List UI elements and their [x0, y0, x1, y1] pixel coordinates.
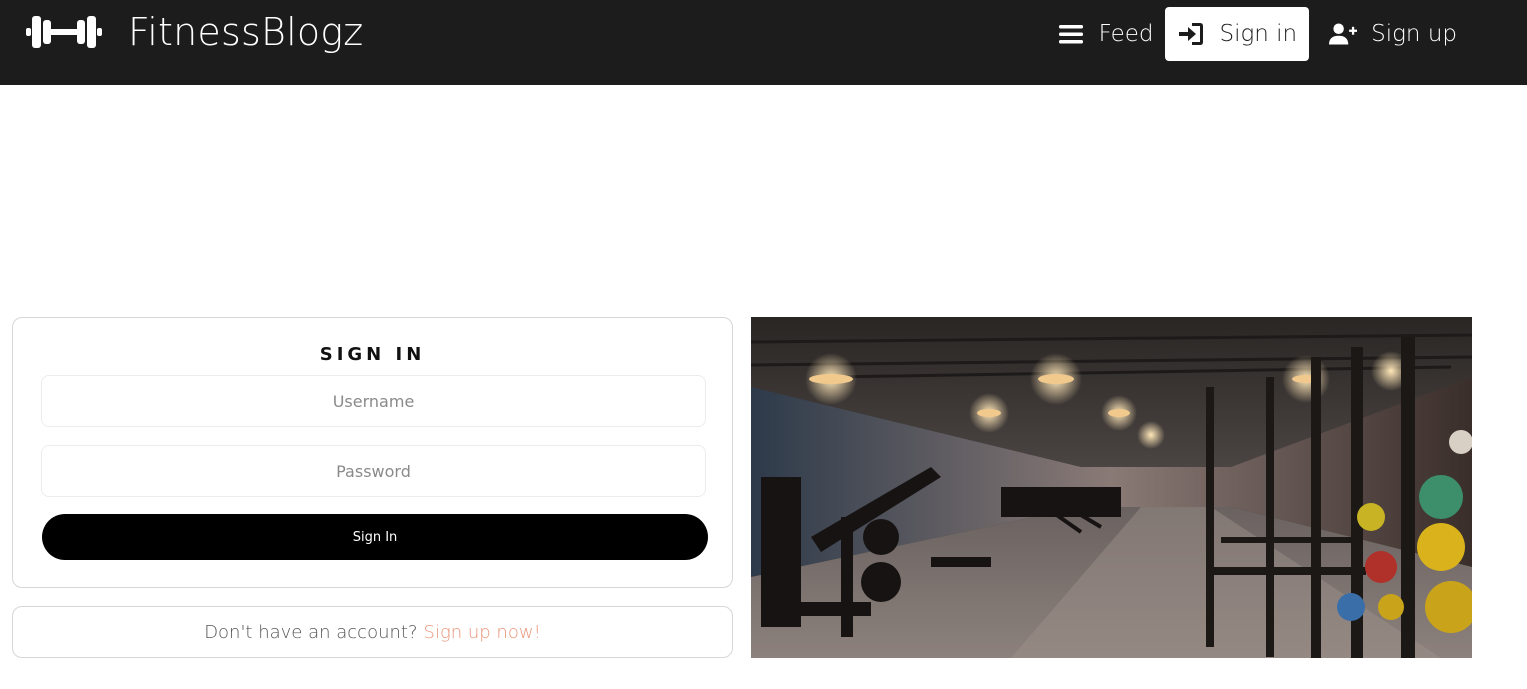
nav-signup-label: Sign up: [1371, 21, 1457, 47]
user-plus-icon: [1329, 23, 1358, 45]
gym-interior-image: [751, 317, 1472, 658]
username-input[interactable]: [41, 375, 706, 427]
signup-prompt-card: Don't have an account? Sign up now!: [12, 606, 733, 658]
bars-icon: [1058, 25, 1083, 44]
sign-in-icon: [1179, 23, 1204, 45]
navbar: FitnessBlogz Feed Sign in Sign up: [0, 0, 1527, 85]
nav-signin-label: Sign in: [1219, 21, 1298, 47]
signup-prompt-text: Don't have an account?: [204, 621, 418, 643]
password-input[interactable]: [41, 445, 706, 497]
nav-signup-link[interactable]: Sign up: [1317, 7, 1469, 61]
signin-form-card: SIGN IN Sign In: [12, 317, 733, 588]
nav-feed-link[interactable]: Feed: [1045, 7, 1166, 61]
dumbbell-icon: [26, 16, 102, 48]
signup-now-link[interactable]: Sign up now!: [424, 622, 541, 643]
nav-links: Feed Sign in Sign up: [1045, 7, 1469, 61]
brand-link[interactable]: FitnessBlogz: [26, 6, 363, 58]
nav-feed-label: Feed: [1098, 21, 1154, 47]
brand-name: FitnessBlogz: [128, 10, 364, 54]
nav-signin-link[interactable]: Sign in: [1165, 7, 1310, 61]
signin-heading: SIGN IN: [319, 344, 426, 365]
signin-submit-button[interactable]: Sign In: [42, 514, 708, 560]
